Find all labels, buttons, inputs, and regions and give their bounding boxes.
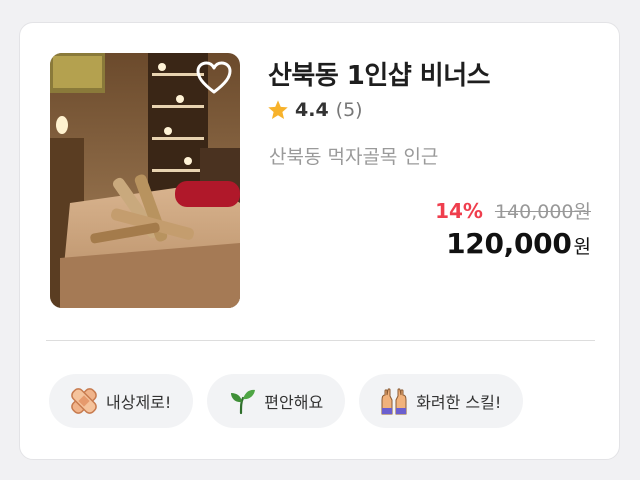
tag-label: 내상제로!: [106, 393, 172, 412]
star-icon: [268, 100, 288, 119]
tag-chip[interactable]: 편안해요: [207, 374, 346, 428]
sprout-icon: [231, 389, 256, 415]
rating: 4.4 (5): [267, 99, 363, 121]
heart-outline-icon[interactable]: [196, 61, 232, 95]
location-text: 산북동 먹자골목 인근: [269, 146, 439, 168]
bandage-icon: [71, 388, 97, 414]
original-price: 140,000원: [494, 201, 591, 223]
divider: [46, 340, 595, 341]
shop-card[interactable]: 산북동 1인샵 비너스 4.4 (5) 산북동 먹자골목 인근 14% 140,…: [19, 22, 620, 460]
tag-list: 내상제로! 편안해요 화려한 스킬!: [49, 374, 524, 428]
discount-rate: 14%: [435, 199, 483, 223]
discount-row: 14% 140,000원: [435, 197, 591, 224]
tag-label: 화려한 스킬!: [416, 393, 502, 412]
review-count: (5): [335, 99, 363, 121]
raised-hands-icon: [381, 388, 407, 415]
tag-label: 편안해요: [264, 393, 324, 412]
sale-price: 120,000: [446, 227, 572, 260]
price-row: 120,000 원: [446, 227, 591, 260]
shop-title[interactable]: 산북동 1인샵 비너스: [268, 55, 491, 92]
tag-chip[interactable]: 내상제로!: [49, 374, 194, 428]
shop-thumbnail[interactable]: [50, 53, 240, 308]
currency-unit: 원: [573, 236, 591, 258]
tag-chip[interactable]: 화려한 스킬!: [359, 374, 524, 428]
rating-score: 4.4: [295, 99, 329, 121]
